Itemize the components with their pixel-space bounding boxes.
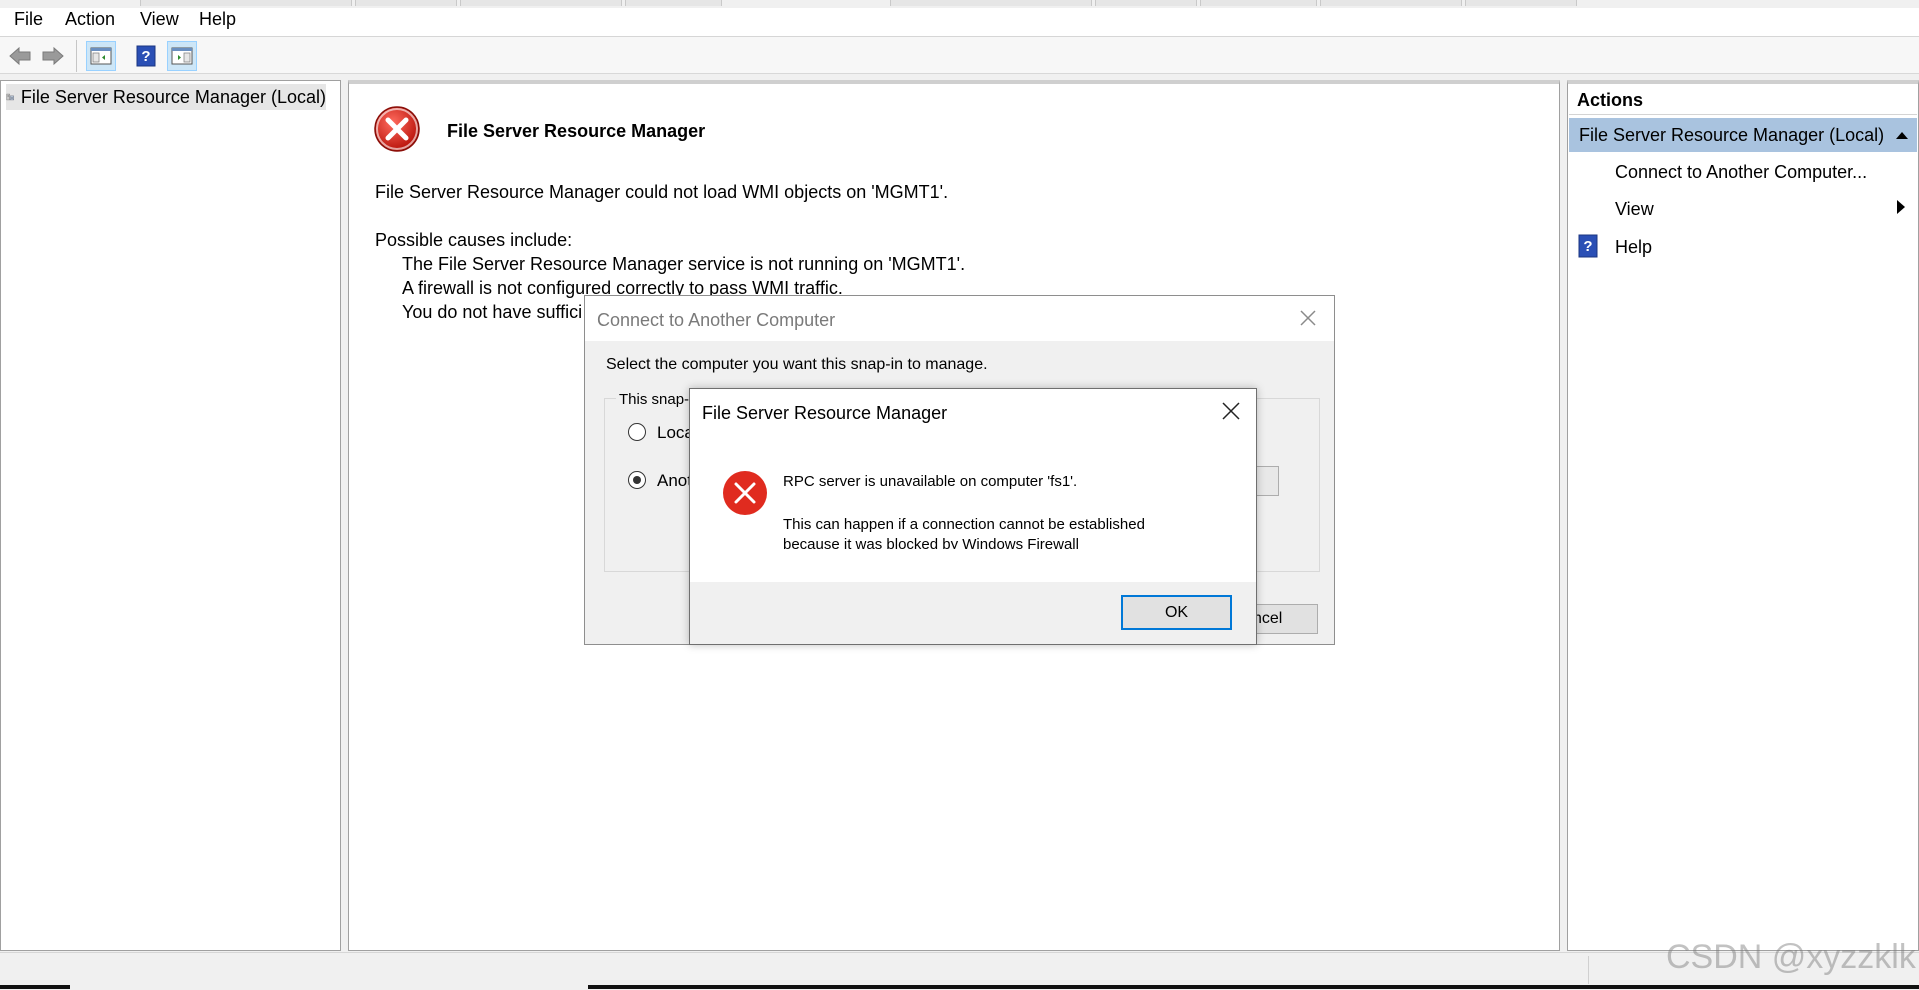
show-hide-console-tree-icon [90, 47, 112, 65]
connect-dialog-title: Connect to Another Computer [597, 310, 836, 330]
actions-header: Actions [1569, 84, 1917, 115]
watermark: CSDN @xyzzklk [1666, 938, 1916, 976]
connect-dialog-titlebar: Connect to Another Computer [585, 296, 1334, 341]
ok-button-label: OK [1164, 604, 1189, 621]
top-tab-segment [1200, 0, 1317, 6]
top-tab-segment [460, 0, 622, 6]
show-hide-action-pane-icon [171, 47, 193, 65]
cause-item: You do not have suffici [402, 302, 583, 322]
error-icon [374, 106, 420, 152]
top-tab-segment [1320, 0, 1462, 6]
error-dialog-message: RPC server is unavailable on computer 'f… [783, 473, 1078, 490]
top-tab-segment [1465, 0, 1577, 6]
error-detail-line: because it was blocked by Windows Firewa… [783, 536, 1079, 549]
taskbar-edge [588, 985, 1919, 989]
menu-help[interactable]: Help [199, 9, 236, 29]
toolbar [0, 37, 1919, 74]
action-connect-another-computer[interactable]: Connect to Another Computer... [1615, 162, 1867, 183]
help-icon: ? [136, 45, 156, 67]
groupbox-label: This snap- [616, 391, 693, 408]
cause-item: The File Server Resource Manager service… [402, 254, 966, 274]
server-tree-icon [6, 93, 14, 101]
taskbar-edge [0, 985, 70, 989]
forward-button[interactable] [38, 41, 68, 71]
close-icon[interactable] [1298, 308, 1318, 328]
actions-section-label: File Server Resource Manager (Local) [1579, 125, 1885, 145]
help-icon: ? [1578, 234, 1598, 258]
back-button[interactable] [5, 41, 35, 71]
radio-another-computer[interactable] [628, 471, 646, 489]
error-dialog-title: File Server Resource Manager [702, 403, 948, 423]
radio-selected-dot [632, 475, 641, 484]
radio-another-label: Anot [657, 471, 692, 490]
top-tab-segment [1095, 0, 1197, 6]
radio-local-computer[interactable] [628, 423, 646, 441]
connect-dialog-prompt: Select the computer you want this snap-i… [606, 356, 988, 373]
menu-view[interactable]: View [140, 9, 179, 29]
error-icon [723, 471, 767, 515]
error-dialog-detail: This can happen if a connection cannot b… [783, 515, 1183, 549]
ok-button[interactable]: OK [1121, 595, 1232, 630]
forward-arrow-icon [42, 46, 64, 66]
top-tab-segment [625, 0, 722, 6]
back-arrow-icon [9, 46, 31, 66]
svg-text:?: ? [141, 48, 150, 65]
help-button[interactable]: ? [131, 41, 161, 71]
status-separator [1588, 956, 1589, 984]
close-icon[interactable] [1220, 400, 1242, 422]
menu-file[interactable]: File [14, 9, 43, 29]
toolbar-separator [76, 40, 77, 72]
top-tab-segment [355, 0, 457, 6]
action-view[interactable]: View [1615, 199, 1654, 220]
console-tree [0, 80, 341, 951]
submenu-arrow-icon [1897, 200, 1905, 214]
show-hide-action-pane-button[interactable] [167, 41, 197, 71]
tree-item-fsrm-local[interactable]: File Server Resource Manager (Local) [6, 84, 326, 110]
top-tab-segment [140, 0, 352, 6]
actions-heading: Actions [1577, 90, 1644, 110]
svg-text:?: ? [1583, 238, 1592, 255]
page-title: File Server Resource Manager [447, 121, 706, 141]
collapse-up-icon [1896, 132, 1908, 139]
top-tab-segment [890, 0, 1092, 6]
actions-section-header[interactable]: File Server Resource Manager (Local) [1569, 118, 1917, 152]
menu-bar [0, 8, 1919, 37]
show-hide-console-tree-button[interactable] [86, 41, 116, 71]
error-detail-line: This can happen if a connection cannot b… [783, 516, 1145, 533]
menu-action[interactable]: Action [65, 9, 115, 29]
tree-item-label: File Server Resource Manager (Local) [20, 86, 326, 107]
causes-heading: Possible causes include: [375, 230, 573, 250]
action-help[interactable]: Help [1615, 237, 1652, 258]
error-message: File Server Resource Manager could not l… [375, 182, 949, 202]
cancel-button-label: ncel [1253, 610, 1283, 627]
